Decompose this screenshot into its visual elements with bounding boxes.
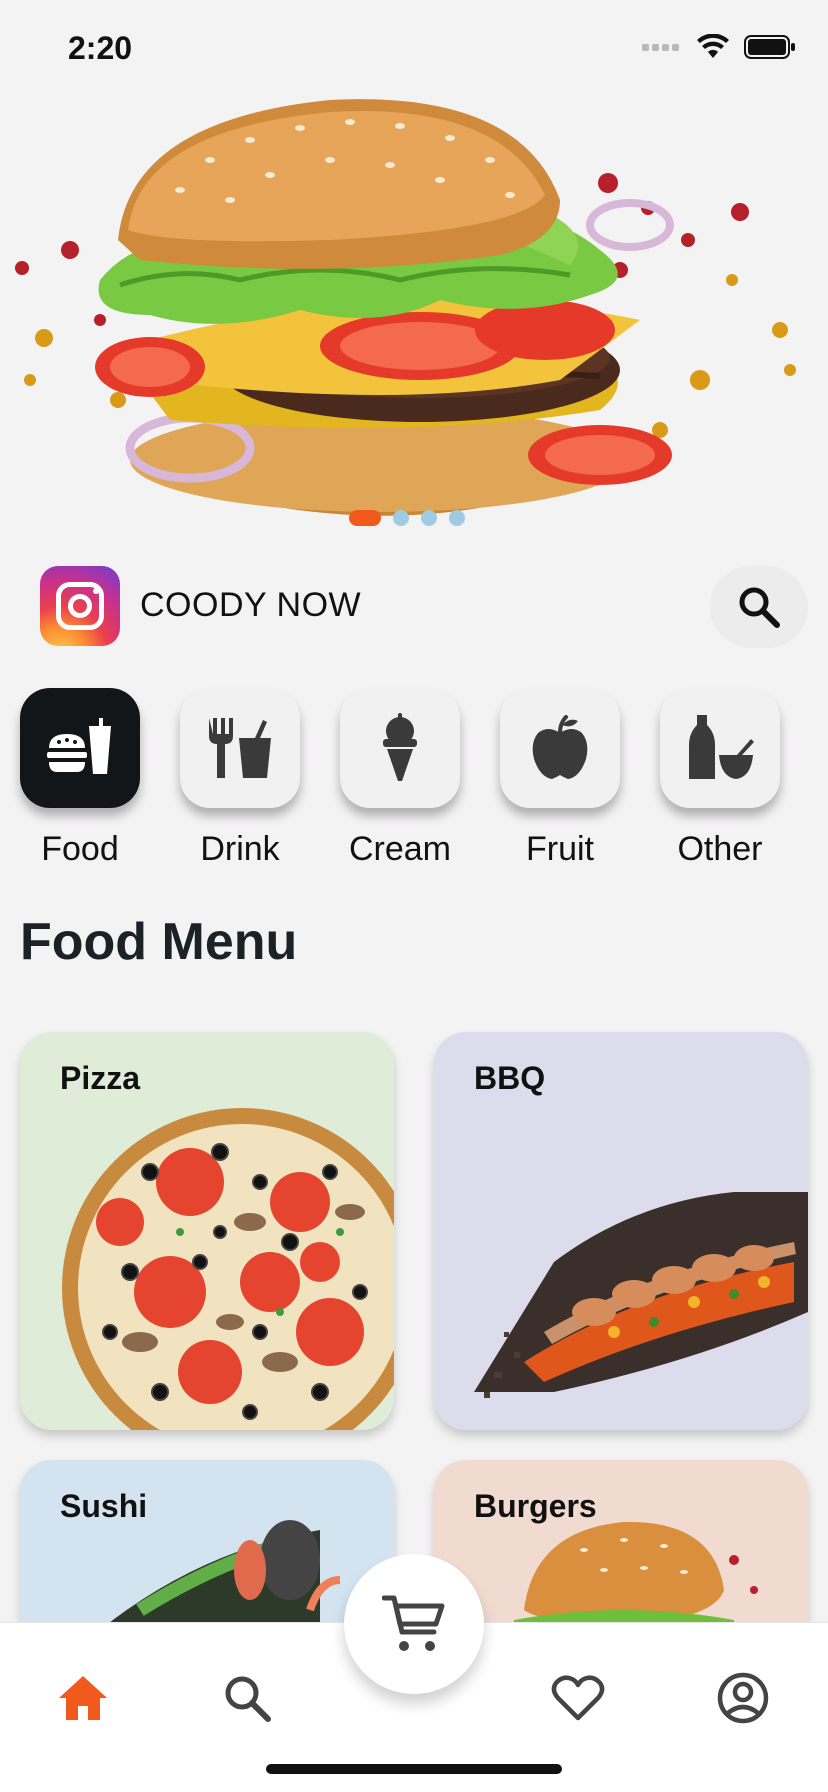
category-list: Food Drink Cream Fruit Other	[20, 688, 820, 868]
status-time: 2:20	[68, 30, 133, 66]
category-label: Other	[677, 830, 763, 868]
pager-dot[interactable]	[449, 510, 465, 526]
burger-drink-icon	[47, 718, 111, 774]
category-tile[interactable]	[340, 688, 460, 808]
brand-row: COODY NOW	[40, 566, 808, 648]
battery-icon	[744, 35, 795, 59]
hero-pager[interactable]	[349, 510, 465, 526]
apple-icon	[532, 715, 588, 779]
category-label: Cream	[348, 830, 452, 868]
category-tile[interactable]	[20, 688, 140, 808]
brand-name: COODY NOW	[140, 586, 362, 624]
menu-card-title: Sushi	[60, 1488, 148, 1524]
category-cream[interactable]: Cream	[340, 688, 460, 869]
menu-card-bbq[interactable]: BBQ	[434, 1032, 808, 1430]
pager-dot[interactable]	[421, 510, 437, 526]
fork-drink-icon	[209, 718, 271, 778]
category-label: Fruit	[526, 830, 594, 868]
wifi-icon	[697, 34, 729, 58]
section-title: Food Menu	[20, 913, 298, 971]
category-tile[interactable]	[180, 688, 300, 808]
menu-card-title: BBQ	[474, 1060, 546, 1096]
pager-dot[interactable]	[393, 510, 409, 526]
tab-favorites[interactable]	[543, 1663, 613, 1733]
category-food[interactable]: Food	[20, 688, 140, 869]
category-drink[interactable]: Drink	[180, 688, 300, 869]
category-tile[interactable]	[500, 688, 620, 808]
category-label: Drink	[200, 830, 280, 868]
category-label: Food	[41, 830, 119, 868]
tab-home[interactable]	[48, 1663, 118, 1733]
search-icon	[225, 1676, 271, 1722]
category-other[interactable]: Other	[660, 688, 780, 869]
category-tile[interactable]	[660, 688, 780, 808]
search-icon	[739, 587, 780, 628]
tab-profile[interactable]	[708, 1663, 778, 1733]
tab-search[interactable]	[212, 1663, 282, 1733]
home-indicator	[266, 1764, 562, 1774]
profile-icon	[717, 1672, 769, 1724]
status-icons	[642, 34, 796, 60]
menu-card-title: Burgers	[474, 1488, 597, 1524]
cart-button[interactable]	[344, 1554, 484, 1694]
cart-icon	[382, 1595, 445, 1651]
heart-icon	[551, 1675, 605, 1721]
category-fruit[interactable]: Fruit	[500, 688, 620, 869]
ice-cream-icon	[383, 713, 417, 781]
signal-icon	[642, 44, 679, 51]
menu-card-pizza[interactable]: Pizza	[20, 1032, 394, 1430]
search-button[interactable]	[710, 566, 808, 648]
pager-dot-active[interactable]	[349, 510, 381, 526]
bottle-bowl-icon	[689, 715, 754, 779]
instagram-logo-icon	[40, 566, 120, 646]
menu-card-title: Pizza	[60, 1060, 141, 1096]
hero-banner[interactable]	[0, 80, 828, 532]
home-icon	[59, 1676, 107, 1720]
burger-hero-image	[15, 99, 796, 516]
